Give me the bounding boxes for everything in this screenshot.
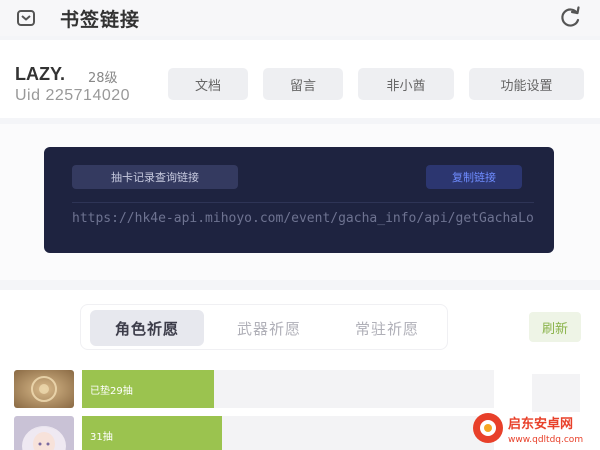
gacha-link-label: 抽卡记录查询链接 [72,165,238,189]
user-card: LAZY. 28级 Uid 225714020 文档 留言 非小酋 功能设置 [0,40,600,118]
svg-text:www.qdltdq.com: www.qdltdq.com [508,435,583,445]
row-action[interactable] [532,374,580,412]
watermark-logo: 启东安卓网 www.qdltdq.com [470,408,600,450]
tab-character-wish[interactable]: 角色祈愿 [90,310,204,346]
avatar [14,370,74,408]
emblem-icon [14,370,74,408]
wish-tabs: 角色祈愿 武器祈愿 常驻祈愿 [80,304,448,350]
non-xiaoqiu-button[interactable]: 非小酋 [358,68,454,100]
pull-count: 31抽 [90,432,113,443]
progress-fill: 31抽 [82,416,223,450]
link-section: 抽卡记录查询链接 复制链接 https://hk4e-api.mihoyo.co… [0,124,600,280]
refresh-icon[interactable] [558,5,582,29]
avatar [14,416,74,450]
page-title: 书签链接 [60,9,141,31]
refresh-button[interactable]: 刷新 [529,312,581,342]
message-button[interactable]: 留言 [263,68,343,100]
tab-standard-wish[interactable]: 常驻祈愿 [331,310,443,346]
character-portrait-icon [14,416,74,450]
user-uid: Uid 225714020 [15,87,131,104]
table-row: 已垫29抽 [82,370,494,408]
table-row: 31抽 [82,416,494,450]
copy-link-button[interactable]: 复制链接 [426,165,522,189]
pity-count: 已垫29抽 [90,386,133,397]
settings-button[interactable]: 功能设置 [469,68,584,100]
top-bar: 书签链接 [0,0,600,36]
bookmark-icon[interactable] [16,8,36,28]
progress-fill: 已垫29抽 [82,370,214,408]
tab-weapon-wish[interactable]: 武器祈愿 [213,310,325,346]
user-name: LAZY. [15,64,66,84]
divider [72,202,534,203]
gacha-link-url[interactable]: https://hk4e-api.mihoyo.com/event/gacha_… [72,211,534,226]
svg-text:启东安卓网: 启东安卓网 [508,416,573,432]
gacha-link-card: 抽卡记录查询链接 复制链接 https://hk4e-api.mihoyo.co… [44,147,554,253]
docs-button[interactable]: 文档 [168,68,248,100]
user-level: 28级 [88,71,118,86]
